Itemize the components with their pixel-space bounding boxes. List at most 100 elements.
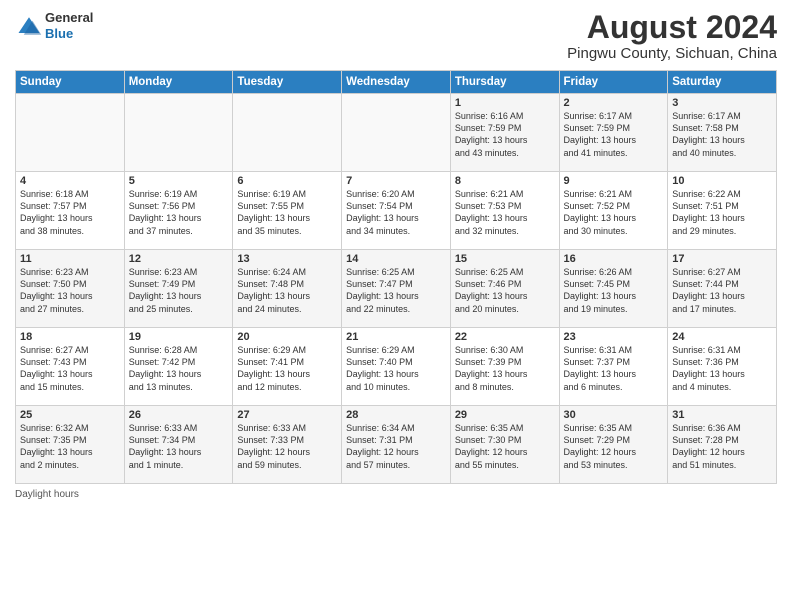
day-number: 10 (672, 175, 772, 187)
day-info: Sunrise: 6:29 AMSunset: 7:41 PMDaylight:… (237, 344, 337, 393)
weekday-saturday: Saturday (668, 71, 777, 94)
day-info: Sunrise: 6:18 AMSunset: 7:57 PMDaylight:… (20, 188, 120, 237)
day-number: 12 (129, 253, 229, 265)
day-info: Sunrise: 6:27 AMSunset: 7:44 PMDaylight:… (672, 266, 772, 315)
day-number: 19 (129, 331, 229, 343)
weekday-header-row: SundayMondayTuesdayWednesdayThursdayFrid… (16, 71, 777, 94)
day-number: 30 (564, 409, 664, 421)
calendar-cell: 22Sunrise: 6:30 AMSunset: 7:39 PMDayligh… (450, 328, 559, 406)
calendar-cell: 15Sunrise: 6:25 AMSunset: 7:46 PMDayligh… (450, 250, 559, 328)
day-info: Sunrise: 6:26 AMSunset: 7:45 PMDaylight:… (564, 266, 664, 315)
logo: General Blue (15, 10, 93, 41)
calendar-cell: 9Sunrise: 6:21 AMSunset: 7:52 PMDaylight… (559, 172, 668, 250)
day-number: 25 (20, 409, 120, 421)
day-number: 14 (346, 253, 446, 265)
day-number: 5 (129, 175, 229, 187)
day-number: 26 (129, 409, 229, 421)
day-info: Sunrise: 6:21 AMSunset: 7:53 PMDaylight:… (455, 188, 555, 237)
calendar-cell: 8Sunrise: 6:21 AMSunset: 7:53 PMDaylight… (450, 172, 559, 250)
day-info: Sunrise: 6:22 AMSunset: 7:51 PMDaylight:… (672, 188, 772, 237)
day-info: Sunrise: 6:25 AMSunset: 7:46 PMDaylight:… (455, 266, 555, 315)
week-row-3: 11Sunrise: 6:23 AMSunset: 7:50 PMDayligh… (16, 250, 777, 328)
day-info: Sunrise: 6:31 AMSunset: 7:37 PMDaylight:… (564, 344, 664, 393)
day-info: Sunrise: 6:19 AMSunset: 7:55 PMDaylight:… (237, 188, 337, 237)
location: Pingwu County, Sichuan, China (567, 45, 777, 62)
calendar-cell: 23Sunrise: 6:31 AMSunset: 7:37 PMDayligh… (559, 328, 668, 406)
footer: Daylight hours (15, 489, 777, 500)
day-info: Sunrise: 6:19 AMSunset: 7:56 PMDaylight:… (129, 188, 229, 237)
day-number: 24 (672, 331, 772, 343)
calendar-cell: 27Sunrise: 6:33 AMSunset: 7:33 PMDayligh… (233, 406, 342, 484)
day-number: 3 (672, 97, 772, 109)
weekday-thursday: Thursday (450, 71, 559, 94)
calendar: SundayMondayTuesdayWednesdayThursdayFrid… (15, 70, 777, 484)
calendar-cell: 5Sunrise: 6:19 AMSunset: 7:56 PMDaylight… (124, 172, 233, 250)
day-info: Sunrise: 6:33 AMSunset: 7:34 PMDaylight:… (129, 422, 229, 471)
logo-icon (15, 12, 43, 40)
weekday-wednesday: Wednesday (342, 71, 451, 94)
calendar-cell: 21Sunrise: 6:29 AMSunset: 7:40 PMDayligh… (342, 328, 451, 406)
weekday-sunday: Sunday (16, 71, 125, 94)
day-number: 21 (346, 331, 446, 343)
calendar-cell: 1Sunrise: 6:16 AMSunset: 7:59 PMDaylight… (450, 94, 559, 172)
calendar-cell: 19Sunrise: 6:28 AMSunset: 7:42 PMDayligh… (124, 328, 233, 406)
day-number: 27 (237, 409, 337, 421)
weekday-tuesday: Tuesday (233, 71, 342, 94)
day-number: 11 (20, 253, 120, 265)
day-info: Sunrise: 6:33 AMSunset: 7:33 PMDaylight:… (237, 422, 337, 471)
weekday-friday: Friday (559, 71, 668, 94)
day-info: Sunrise: 6:20 AMSunset: 7:54 PMDaylight:… (346, 188, 446, 237)
day-info: Sunrise: 6:27 AMSunset: 7:43 PMDaylight:… (20, 344, 120, 393)
day-info: Sunrise: 6:21 AMSunset: 7:52 PMDaylight:… (564, 188, 664, 237)
calendar-cell: 18Sunrise: 6:27 AMSunset: 7:43 PMDayligh… (16, 328, 125, 406)
calendar-cell (16, 94, 125, 172)
day-number: 9 (564, 175, 664, 187)
day-info: Sunrise: 6:32 AMSunset: 7:35 PMDaylight:… (20, 422, 120, 471)
title-block: August 2024 Pingwu County, Sichuan, Chin… (567, 10, 777, 62)
calendar-cell (233, 94, 342, 172)
calendar-cell: 14Sunrise: 6:25 AMSunset: 7:47 PMDayligh… (342, 250, 451, 328)
day-number: 4 (20, 175, 120, 187)
daylight-label: Daylight hours (15, 489, 79, 500)
month-year: August 2024 (567, 10, 777, 45)
calendar-cell: 29Sunrise: 6:35 AMSunset: 7:30 PMDayligh… (450, 406, 559, 484)
day-number: 8 (455, 175, 555, 187)
calendar-cell (342, 94, 451, 172)
calendar-cell: 25Sunrise: 6:32 AMSunset: 7:35 PMDayligh… (16, 406, 125, 484)
day-number: 13 (237, 253, 337, 265)
day-info: Sunrise: 6:24 AMSunset: 7:48 PMDaylight:… (237, 266, 337, 315)
day-info: Sunrise: 6:16 AMSunset: 7:59 PMDaylight:… (455, 110, 555, 159)
calendar-cell (124, 94, 233, 172)
day-info: Sunrise: 6:31 AMSunset: 7:36 PMDaylight:… (672, 344, 772, 393)
day-number: 20 (237, 331, 337, 343)
day-info: Sunrise: 6:17 AMSunset: 7:58 PMDaylight:… (672, 110, 772, 159)
day-number: 31 (672, 409, 772, 421)
calendar-cell: 2Sunrise: 6:17 AMSunset: 7:59 PMDaylight… (559, 94, 668, 172)
calendar-cell: 31Sunrise: 6:36 AMSunset: 7:28 PMDayligh… (668, 406, 777, 484)
weekday-monday: Monday (124, 71, 233, 94)
day-number: 2 (564, 97, 664, 109)
day-number: 22 (455, 331, 555, 343)
logo-text: General Blue (45, 10, 93, 41)
day-info: Sunrise: 6:35 AMSunset: 7:30 PMDaylight:… (455, 422, 555, 471)
calendar-cell: 3Sunrise: 6:17 AMSunset: 7:58 PMDaylight… (668, 94, 777, 172)
day-info: Sunrise: 6:34 AMSunset: 7:31 PMDaylight:… (346, 422, 446, 471)
week-row-1: 1Sunrise: 6:16 AMSunset: 7:59 PMDaylight… (16, 94, 777, 172)
calendar-cell: 24Sunrise: 6:31 AMSunset: 7:36 PMDayligh… (668, 328, 777, 406)
week-row-2: 4Sunrise: 6:18 AMSunset: 7:57 PMDaylight… (16, 172, 777, 250)
day-info: Sunrise: 6:17 AMSunset: 7:59 PMDaylight:… (564, 110, 664, 159)
day-number: 7 (346, 175, 446, 187)
day-number: 29 (455, 409, 555, 421)
page: General Blue August 2024 Pingwu County, … (0, 0, 792, 612)
calendar-cell: 10Sunrise: 6:22 AMSunset: 7:51 PMDayligh… (668, 172, 777, 250)
calendar-cell: 20Sunrise: 6:29 AMSunset: 7:41 PMDayligh… (233, 328, 342, 406)
calendar-cell: 13Sunrise: 6:24 AMSunset: 7:48 PMDayligh… (233, 250, 342, 328)
calendar-cell: 17Sunrise: 6:27 AMSunset: 7:44 PMDayligh… (668, 250, 777, 328)
calendar-cell: 7Sunrise: 6:20 AMSunset: 7:54 PMDaylight… (342, 172, 451, 250)
day-info: Sunrise: 6:35 AMSunset: 7:29 PMDaylight:… (564, 422, 664, 471)
day-number: 23 (564, 331, 664, 343)
day-number: 1 (455, 97, 555, 109)
calendar-cell: 16Sunrise: 6:26 AMSunset: 7:45 PMDayligh… (559, 250, 668, 328)
calendar-cell: 6Sunrise: 6:19 AMSunset: 7:55 PMDaylight… (233, 172, 342, 250)
day-info: Sunrise: 6:23 AMSunset: 7:50 PMDaylight:… (20, 266, 120, 315)
